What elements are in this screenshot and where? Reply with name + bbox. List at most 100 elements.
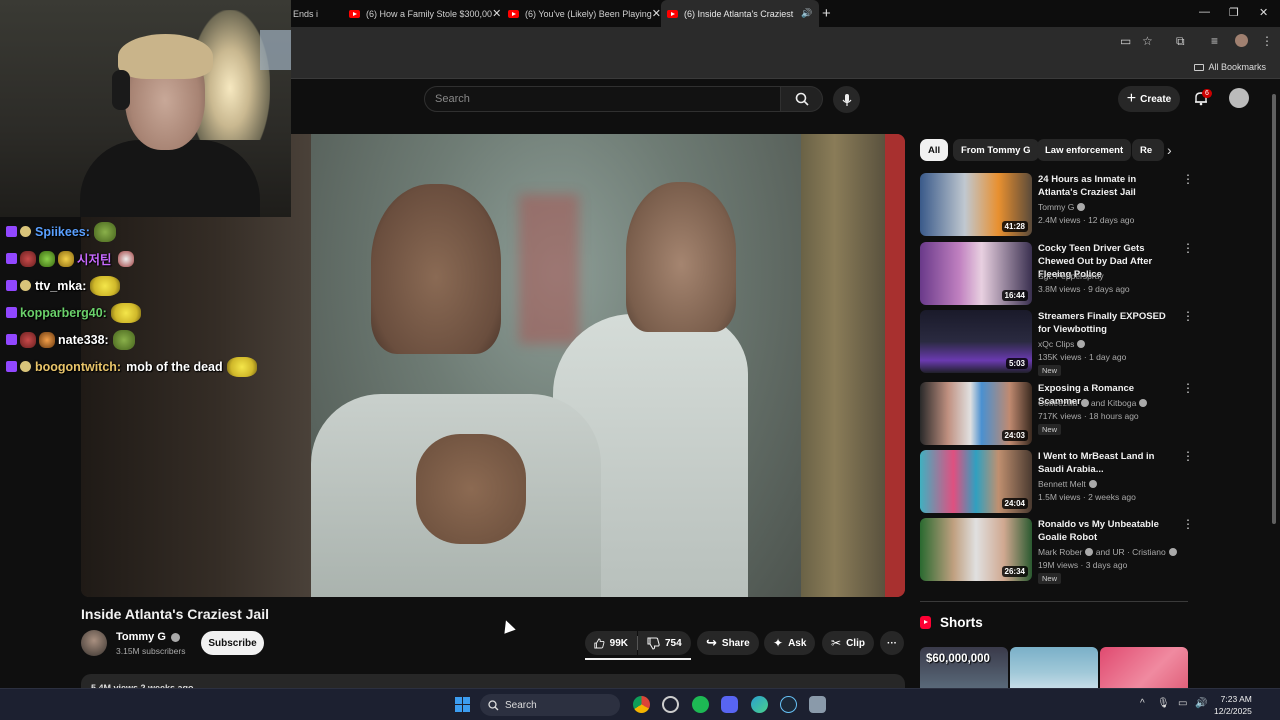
recommendation-item[interactable]: 26:34 Ronaldo vs My Unbeatable Goalie Ro… (920, 518, 1194, 584)
recommendation-item[interactable]: 5:03 Streamers Finally EXPOSED for Viewb… (920, 310, 1194, 376)
chip-related[interactable]: Re (1132, 139, 1164, 161)
verified-icon (1077, 203, 1086, 211)
stream-chat-overlay: Spiikees: 시저틴 ttv_mka: kopparberg40: nat… (6, 218, 306, 380)
plus-icon: + (1126, 90, 1137, 107)
chip-from-channel[interactable]: From Tommy G (953, 139, 1039, 161)
recommendation-item[interactable]: 24:04 I Went to MrBeast Land in Saudi Ar… (920, 450, 1194, 514)
like-button[interactable]: 99K (585, 631, 637, 655)
chat-username: ttv_mka: (35, 278, 87, 293)
recommendation-channel[interactable]: Mark Rober and UR · Cristiano (1038, 547, 1177, 557)
recommendation-title[interactable]: I Went to MrBeast Land in Saudi Arabia..… (1038, 450, 1174, 476)
page-scrollbar[interactable] (1270, 90, 1278, 688)
account-avatar[interactable] (1229, 88, 1249, 108)
close-tab-icon[interactable]: ✕ (492, 7, 501, 20)
cast-icon[interactable]: ▭ (1120, 34, 1131, 48)
video-thumbnail[interactable]: 5:03 (920, 310, 1032, 373)
recommendation-title[interactable]: 24 Hours as Inmate in Atlanta's Craziest… (1038, 173, 1174, 199)
clip-label: Clip (846, 637, 865, 649)
taskbar-clock[interactable]: 7:23 AM 12/2/2025 (1214, 693, 1252, 717)
recommendation-channel[interactable]: Tommy G (1038, 202, 1086, 212)
close-tab-icon[interactable]: ✕ (652, 7, 660, 20)
spotify-icon[interactable] (692, 696, 709, 713)
more-options-icon[interactable]: ⋮ (1182, 450, 1194, 462)
more-options-icon[interactable]: ⋮ (1182, 518, 1194, 530)
video-thumbnail[interactable]: 16:44 (920, 242, 1032, 305)
chrome-icon[interactable] (633, 696, 650, 713)
more-options-icon[interactable]: ⋮ (1182, 242, 1194, 254)
minimize-icon[interactable]: — (1199, 6, 1210, 18)
chat-badge-icon (39, 331, 55, 348)
folder-icon (1194, 64, 1205, 71)
profile-avatar-icon[interactable] (1235, 34, 1248, 47)
settings-icon[interactable] (809, 696, 826, 713)
more-actions-button[interactable]: ··· (880, 631, 904, 655)
chat-message-text: mob of the dead (126, 359, 223, 374)
discord-icon[interactable] (721, 696, 738, 713)
all-bookmarks-button[interactable]: All Bookmarks (1194, 62, 1266, 72)
speaker-icon[interactable]: 🔊 (801, 8, 812, 19)
video-thumbnail[interactable]: 26:34 (920, 518, 1032, 581)
volume-icon[interactable]: 🔊 (1195, 698, 1207, 709)
more-options-icon[interactable]: ⋮ (1182, 173, 1194, 185)
browser-tab[interactable]: Ends i (287, 0, 337, 27)
recommendation-channel[interactable]: Coffeezilla and Kitboga (1038, 398, 1148, 408)
close-window-icon[interactable]: ✕ (1259, 6, 1268, 19)
search-input[interactable]: Search (424, 86, 781, 112)
channel-avatar[interactable] (81, 630, 107, 656)
browser-menu-icon[interactable]: ⋮ (1261, 34, 1273, 48)
recommendation-channel[interactable]: xQc Clips (1038, 339, 1086, 349)
dislike-button[interactable]: 754 (638, 631, 691, 655)
chip-all[interactable]: All (920, 139, 949, 161)
extensions-icon[interactable]: ⧉ (1176, 34, 1185, 49)
recommendation-item[interactable]: 24:03 Exposing a Romance Scammer Coffeez… (920, 382, 1194, 446)
share-button[interactable]: ↪ Share (697, 631, 759, 655)
video-thumbnail[interactable]: 24:04 (920, 450, 1032, 513)
tab-label: Ends i (293, 8, 319, 19)
recommendation-channel[interactable]: Sgt. Pepperspray (1038, 271, 1104, 281)
bookmark-star-icon[interactable]: ☆ (1142, 34, 1153, 48)
recommendation-item[interactable]: 41:28 24 Hours as Inmate in Atlanta's Cr… (920, 173, 1194, 237)
tray-overflow-icon[interactable]: ^ (1140, 698, 1145, 709)
media-controls-icon[interactable]: ≡ (1211, 34, 1218, 48)
recommendation-channel[interactable]: Bennett Melt (1038, 479, 1097, 489)
clip-button[interactable]: ✂ Clip (822, 631, 874, 655)
recommendation-title[interactable]: Ronaldo vs My Unbeatable Goalie Robot (1038, 518, 1174, 544)
new-tab-button[interactable]: + (822, 5, 831, 22)
network-icon[interactable]: ▭ (1178, 698, 1187, 709)
clock-app-icon[interactable] (662, 696, 679, 713)
short-thumbnail[interactable] (1100, 647, 1188, 689)
chevron-right-icon[interactable]: › (1167, 142, 1172, 158)
browser-tab[interactable]: (6) How a Family Stole $300,00 ✕ (343, 0, 501, 27)
subscribe-button[interactable]: Subscribe (201, 631, 264, 655)
create-button[interactable]: + Create (1118, 86, 1180, 112)
search-button[interactable] (781, 86, 823, 112)
chip-law-enforcement[interactable]: Law enforcement (1037, 139, 1132, 161)
more-options-icon[interactable]: ⋮ (1182, 382, 1194, 394)
recommendation-title[interactable]: Streamers Finally EXPOSED for Viewbottin… (1038, 310, 1174, 336)
browser-tab-active[interactable]: (6) Inside Atlanta's Craziest 🔊 ✕ (661, 0, 819, 27)
restore-icon[interactable]: ❐ (1229, 6, 1239, 19)
ask-button[interactable]: ✦ Ask (764, 631, 816, 655)
edge-icon[interactable] (751, 696, 768, 713)
chat-emote (110, 302, 141, 323)
subscriber-count: 3.15M subscribers (116, 646, 186, 656)
browser-tab[interactable]: (6) You've (Likely) Been Playing ✕ (502, 0, 660, 27)
windows-start-icon[interactable] (455, 697, 470, 712)
scrollbar-thumb[interactable] (1272, 94, 1276, 524)
microphone-icon[interactable]: 🎙 (1157, 698, 1170, 709)
close-tab-icon[interactable]: ✕ (818, 7, 819, 20)
video-thumbnail[interactable]: 24:03 (920, 382, 1032, 445)
recommendation-item[interactable]: 16:44 Cocky Teen Driver Gets Chewed Out … (920, 242, 1194, 306)
voice-search-button[interactable] (833, 86, 860, 113)
more-options-icon[interactable]: ⋮ (1182, 310, 1194, 322)
duration-badge: 24:04 (1001, 498, 1028, 509)
short-thumbnail[interactable] (1010, 647, 1098, 689)
webcam-person-body (80, 140, 260, 217)
video-title: Inside Atlanta's Craziest Jail (81, 606, 269, 622)
subscriber-badge-icon (6, 226, 17, 237)
channel-name-link[interactable]: Tommy G (116, 631, 180, 643)
taskbar-search[interactable]: Search (480, 694, 620, 716)
video-thumbnail[interactable]: 41:28 (920, 173, 1032, 236)
steam-icon[interactable] (780, 696, 797, 713)
short-thumbnail[interactable]: $60,000,000 (920, 647, 1008, 689)
